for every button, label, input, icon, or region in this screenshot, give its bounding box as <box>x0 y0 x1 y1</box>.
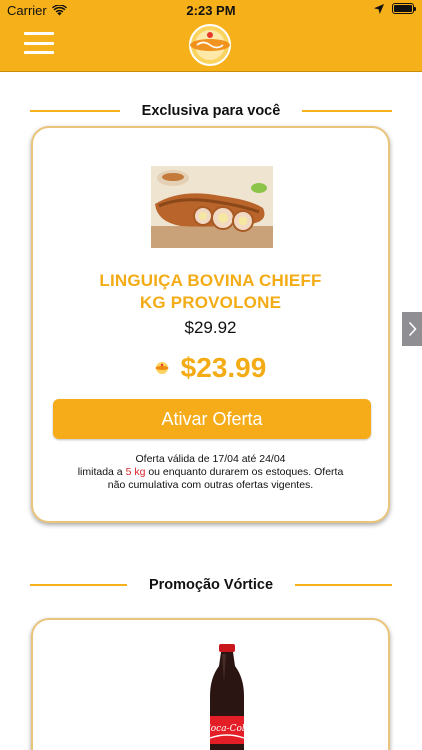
offer-price: $23.99 <box>180 352 267 383</box>
original-price: $29.92 <box>184 318 237 337</box>
terms-validity: Oferta válida de 17/04 até 24/04 <box>135 453 286 465</box>
section-header-vortice: Promoção Vórtice <box>30 573 392 597</box>
offer-card: LINGUIÇA BOVINA CHIEFF KG PROVOLONE $29.… <box>31 126 390 523</box>
app-bar: Carrier 2:23 PM <box>0 0 422 72</box>
brand-logo <box>189 24 231 66</box>
offer-price-row: $23.99 <box>33 352 388 384</box>
chevron-right-icon <box>408 321 417 337</box>
next-page-button[interactable] <box>402 312 422 346</box>
section-title: Promoção Vórtice <box>148 577 274 593</box>
divider-line <box>30 584 127 586</box>
activate-offer-button[interactable]: Ativar Oferta <box>53 399 371 439</box>
terms-suffix: ou enquanto durarem os estoques. Oferta <box>145 466 344 478</box>
terms-limit-line: limitada a 5 kg ou enquanto durarem os e… <box>47 466 374 479</box>
coca-cola-bottle-image: Coca-Cola <box>204 644 250 750</box>
offer-terms: Oferta válida de 17/04 até 24/04 limitad… <box>47 453 374 492</box>
section-header-exclusive: Exclusiva para você <box>30 99 392 123</box>
terms-limit: 5 kg <box>125 466 146 478</box>
sausage-product-image <box>151 166 273 248</box>
divider-line <box>302 110 392 112</box>
product-name: LINGUIÇA BOVINA CHIEFF KG PROVOLONE <box>33 270 388 314</box>
product-name-line1: LINGUIÇA BOVINA CHIEFF <box>99 271 322 290</box>
terms-cumulative: não cumulativa com outras ofertas vigent… <box>107 479 314 491</box>
status-right <box>374 3 416 14</box>
hamburger-menu-icon[interactable] <box>24 32 54 54</box>
status-bar: Carrier 2:23 PM <box>0 0 422 22</box>
status-time: 2:23 PM <box>186 3 236 18</box>
section-title: Exclusiva para você <box>141 103 281 119</box>
divider-line <box>30 110 120 112</box>
location-arrow-icon <box>374 3 384 14</box>
divider-line <box>295 584 392 586</box>
promo-card: Coca-Cola <box>31 618 390 750</box>
coca-cola-label: Coca-Cola <box>204 724 250 734</box>
product-name-line2: KG PROVOLONE <box>139 293 282 312</box>
brand-mini-logo-icon <box>155 362 169 374</box>
battery-icon <box>392 3 416 14</box>
terms-prefix: limitada a <box>77 466 126 478</box>
